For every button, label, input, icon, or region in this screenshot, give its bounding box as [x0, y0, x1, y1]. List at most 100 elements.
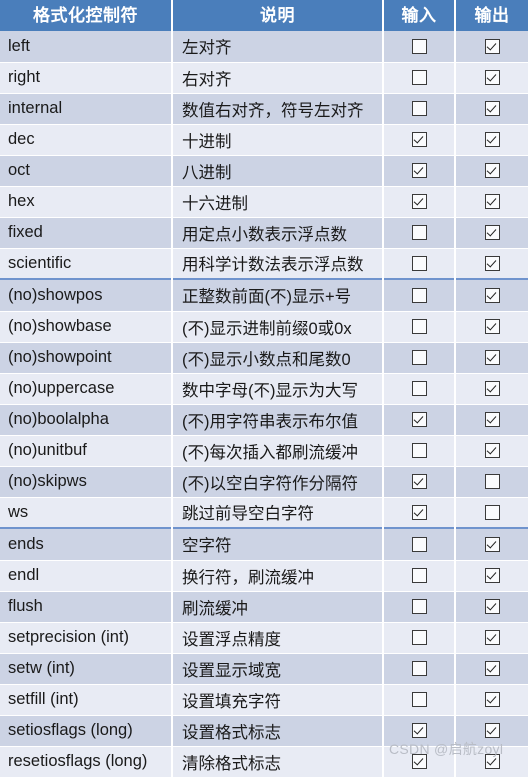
cell-output-checkbox: [455, 404, 528, 436]
cell-description: (不)显示小数点和尾数0: [172, 342, 384, 374]
cell-input-checkbox: [383, 311, 456, 343]
cell-output-checkbox: [455, 622, 528, 654]
checkbox-input-unchecked-icon: [411, 225, 427, 241]
checkbox-input-unchecked-icon: [411, 536, 427, 552]
checkbox-output-checked-icon: [484, 754, 500, 770]
cell-input-checkbox: [383, 186, 456, 218]
checkbox-input-unchecked-icon: [411, 255, 427, 271]
cell-input-checkbox: [383, 248, 456, 280]
column-header-description: 说明: [172, 0, 384, 31]
cell-output-checkbox: [455, 591, 528, 623]
cell-manipulator-name: (no)unitbuf: [0, 435, 173, 467]
checkbox-output-checked-icon: [484, 194, 500, 210]
column-header-manipulator: 格式化控制符: [0, 0, 173, 31]
cell-description: 空字符: [172, 527, 384, 561]
cell-description: 设置格式标志: [172, 715, 384, 747]
checkbox-output-checked-icon: [484, 350, 500, 366]
cell-description: 跳过前导空白字符: [172, 497, 384, 529]
cell-input-checkbox: [383, 62, 456, 94]
cell-manipulator-name: (no)skipws: [0, 466, 173, 498]
table-row: resetiosflags (long) 清除格式标志: [0, 746, 528, 778]
cell-description: 数中字母(不)显示为大写: [172, 373, 384, 405]
cell-manipulator-name: right: [0, 62, 173, 94]
table-header: 格式化控制符 说明 输入 输出: [0, 0, 528, 31]
table-header-row: 格式化控制符 说明 输入 输出: [0, 0, 528, 31]
checkbox-output-checked-icon: [484, 38, 500, 54]
cell-input-checkbox: [383, 31, 456, 63]
cell-manipulator-name: internal: [0, 93, 173, 125]
table-row: fixed 用定点小数表示浮点数: [0, 217, 528, 249]
table-row: setiosflags (long) 设置格式标志: [0, 715, 528, 747]
checkbox-input-unchecked-icon: [411, 568, 427, 584]
cell-manipulator-name: fixed: [0, 217, 173, 249]
checkbox-input-unchecked-icon: [411, 319, 427, 335]
checkbox-output-checked-icon: [484, 723, 500, 739]
checkbox-output-checked-icon: [484, 163, 500, 179]
cell-input-checkbox: [383, 342, 456, 374]
checkbox-input-checked-icon: [411, 132, 427, 148]
cell-description: 数值右对齐，符号左对齐: [172, 93, 384, 125]
checkbox-input-checked-icon: [411, 504, 427, 520]
cell-input-checkbox: [383, 497, 456, 529]
cell-output-checkbox: [455, 124, 528, 156]
checkbox-output-checked-icon: [484, 536, 500, 552]
table-row: (no)unitbuf (不)每次插入都刷流缓冲: [0, 435, 528, 467]
table-row: flush 刷流缓冲: [0, 591, 528, 623]
cell-description: 左对齐: [172, 31, 384, 63]
cell-input-checkbox: [383, 466, 456, 498]
table-row: (no)boolalpha (不)用字符串表示布尔值: [0, 404, 528, 436]
cell-output-checkbox: [455, 527, 528, 561]
cell-manipulator-name: scientific: [0, 248, 173, 280]
table-row: hex 十六进制: [0, 186, 528, 218]
checkbox-output-checked-icon: [484, 381, 500, 397]
cell-description: 清除格式标志: [172, 746, 384, 778]
cell-output-checkbox: [455, 342, 528, 374]
column-header-output: 输出: [455, 0, 528, 31]
cell-input-checkbox: [383, 217, 456, 249]
table-row: setprecision (int) 设置浮点精度: [0, 622, 528, 654]
cell-description: 正整数前面(不)显示+号: [172, 278, 384, 312]
cell-input-checkbox: [383, 93, 456, 125]
cell-description: 设置显示域宽: [172, 653, 384, 685]
cell-output-checkbox: [455, 31, 528, 63]
cell-description: (不)以空白字符作分隔符: [172, 466, 384, 498]
cell-input-checkbox: [383, 653, 456, 685]
cell-output-checkbox: [455, 62, 528, 94]
cell-output-checkbox: [455, 217, 528, 249]
cell-output-checkbox: [455, 155, 528, 187]
cell-manipulator-name: ends: [0, 527, 173, 561]
cell-manipulator-name: ws: [0, 497, 173, 529]
cell-description: 右对齐: [172, 62, 384, 94]
cell-manipulator-name: left: [0, 31, 173, 63]
checkbox-input-unchecked-icon: [411, 101, 427, 117]
checkbox-output-unchecked-icon: [484, 504, 500, 520]
checkbox-output-checked-icon: [484, 287, 500, 303]
cell-input-checkbox: [383, 155, 456, 187]
cell-input-checkbox: [383, 278, 456, 312]
cell-manipulator-name: hex: [0, 186, 173, 218]
table-row: setw (int) 设置显示域宽: [0, 653, 528, 685]
cell-description: 用科学计数法表示浮点数: [172, 248, 384, 280]
checkbox-output-checked-icon: [484, 319, 500, 335]
cell-manipulator-name: flush: [0, 591, 173, 623]
checkbox-input-unchecked-icon: [411, 350, 427, 366]
checkbox-output-checked-icon: [484, 692, 500, 708]
cell-manipulator-name: (no)showpoint: [0, 342, 173, 374]
checkbox-output-checked-icon: [484, 443, 500, 459]
table-row: ends 空字符: [0, 527, 528, 561]
checkbox-output-checked-icon: [484, 101, 500, 117]
cell-input-checkbox: [383, 684, 456, 716]
cell-description: 换行符，刷流缓冲: [172, 560, 384, 592]
cell-description: 设置浮点精度: [172, 622, 384, 654]
table-row: ws 跳过前导空白字符: [0, 497, 528, 529]
checkbox-output-checked-icon: [484, 661, 500, 677]
table-row: oct 八进制: [0, 155, 528, 187]
checkbox-input-unchecked-icon: [411, 381, 427, 397]
cell-output-checkbox: [455, 278, 528, 312]
checkbox-output-checked-icon: [484, 412, 500, 428]
table-row: (no)showpos 正整数前面(不)显示+号: [0, 278, 528, 312]
table-row: (no)uppercase 数中字母(不)显示为大写: [0, 373, 528, 405]
cell-output-checkbox: [455, 684, 528, 716]
cell-description: 十进制: [172, 124, 384, 156]
checkbox-input-unchecked-icon: [411, 599, 427, 615]
